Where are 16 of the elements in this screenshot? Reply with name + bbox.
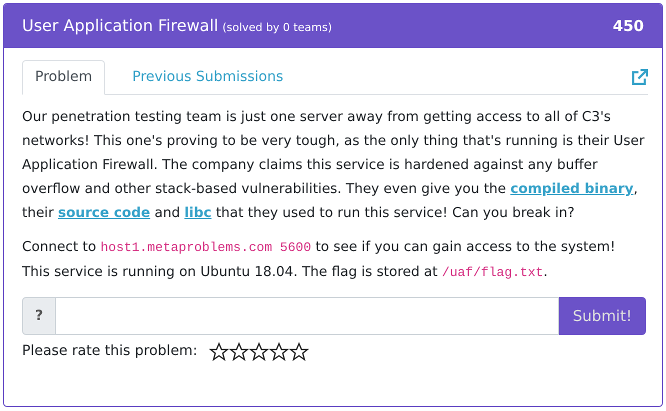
submit-button[interactable]: Submit! xyxy=(558,297,646,335)
external-link-icon[interactable] xyxy=(631,69,648,86)
download-link[interactable]: compiled binary xyxy=(510,181,634,197)
description-paragraph: Connect to host1.metaproblems.com 5600 to see if you can gain access to the system! This service is running on Ubuntu 18.04. The flag is stored at /uaf/flag.txt. xyxy=(22,238,616,282)
points: 450 xyxy=(612,16,644,37)
description-paragraph: Our penetration testing team is just one server away from getting access to all of C3's networks! This one's proving to be very tough, as the only thing that's running is their User Application Firewall. The company claims this service is hardened against any buffer overflow and other stack-based vulnerabilities. They even give you the compiled binary, their source code and libc that they used to run this service! Can you break in? xyxy=(22,108,646,223)
download-link[interactable]: source code xyxy=(58,205,150,221)
download-link[interactable]: libc xyxy=(184,205,212,221)
solve-count: (solved by 0 teams) xyxy=(222,21,332,34)
input-prefix: ? xyxy=(22,297,56,335)
flag-input[interactable] xyxy=(56,297,559,335)
rating-label: Please rate this problem: xyxy=(22,342,198,361)
star-rating[interactable] xyxy=(209,342,310,362)
tab[interactable]: Problem xyxy=(22,60,106,95)
tab[interactable]: Previous Submissions xyxy=(119,60,296,95)
challenge-title: User Application Firewall xyxy=(22,16,218,35)
